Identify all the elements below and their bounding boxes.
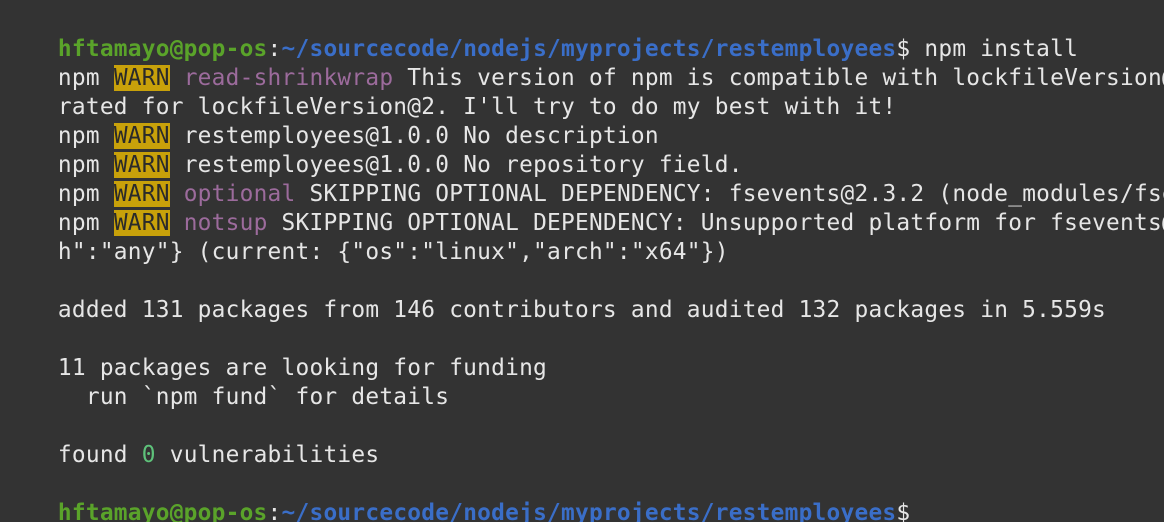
prompt-symbol: $ (896, 500, 911, 522)
output-text: added 131 packages from 146 contributors… (57, 297, 1107, 323)
command-prompt-line: hftamayo@pop-os:~/sourcecode/nodejs/mypr… (2, 6, 1078, 62)
prompt-user: hftamayo@pop-os (57, 500, 268, 522)
output-line: npm WARN read-shrinkwrap This version of… (2, 35, 1164, 91)
output-line: run `npm fund` for details (2, 354, 449, 410)
prompt-separator: : (267, 500, 282, 522)
terminal-window[interactable]: hftamayo@pop-os:~/sourcecode/nodejs/mypr… (0, 0, 1164, 522)
output-text: h":"any"} (current: {"os":"linux","arch"… (57, 239, 729, 265)
output-text: run `npm fund` for details (57, 384, 450, 410)
output-line: npm WARN restemployees@1.0.0 No descript… (2, 93, 659, 149)
found-prefix: found (57, 442, 142, 468)
output-line: 11 packages are looking for funding (2, 325, 547, 381)
final-prompt-line[interactable]: hftamayo@pop-os:~/sourcecode/nodejs/mypr… (2, 470, 910, 522)
found-suffix: vulnerabilities (155, 442, 380, 468)
output-line: npm WARN optional SKIPPING OPTIONAL DEPE… (2, 151, 1164, 207)
output-line: found 0 vulnerabilities (2, 412, 379, 468)
output-line: h":"any"} (current: {"os":"linux","arch"… (2, 209, 729, 265)
prompt-path: ~/sourcecode/nodejs/myprojects/restemplo… (281, 500, 897, 522)
vulnerability-count: 0 (141, 442, 156, 468)
output-line: npm WARN notsup SKIPPING OPTIONAL DEPEND… (2, 180, 1164, 236)
output-line: rated for lockfileVersion@2. I'll try to… (2, 64, 896, 120)
output-line: npm WARN restemployees@1.0.0 No reposito… (2, 122, 743, 178)
output-line: added 131 packages from 146 contributors… (2, 267, 1106, 323)
